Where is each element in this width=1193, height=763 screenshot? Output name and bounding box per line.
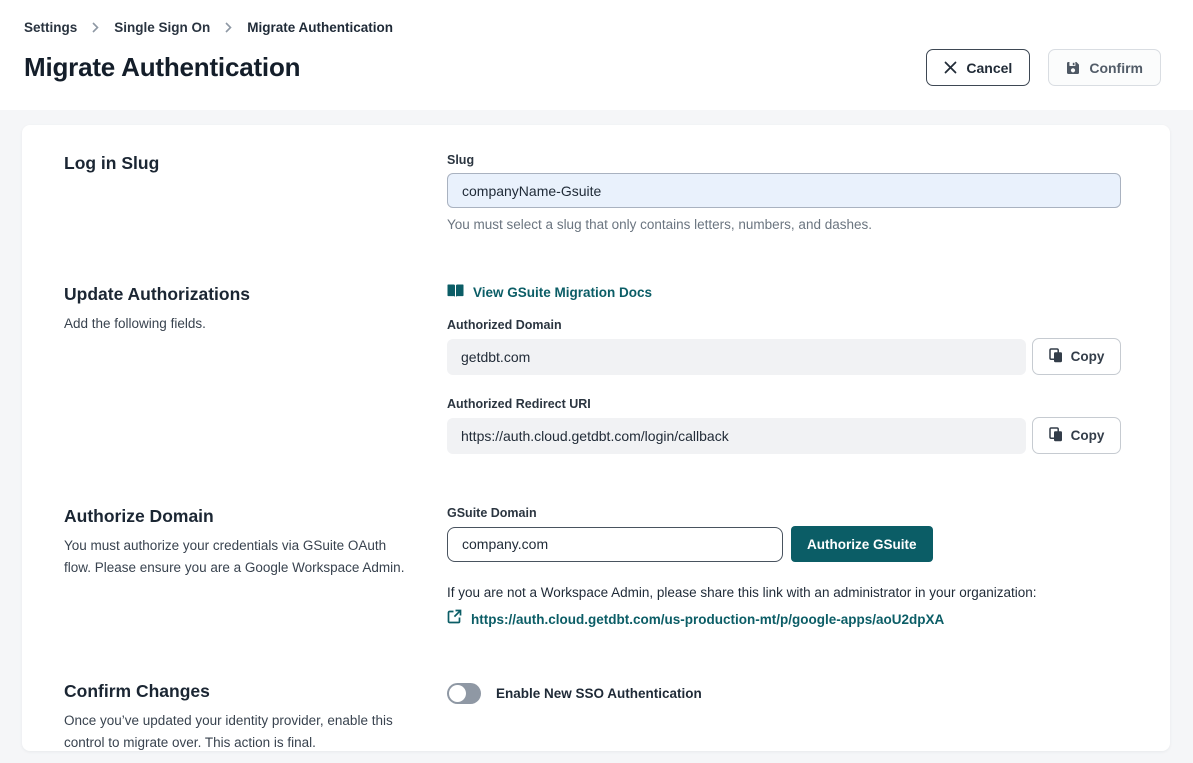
section-desc-update-authorizations: Add the following fields. (64, 313, 409, 335)
slug-helper-text: You must select a slug that only contain… (447, 217, 1121, 232)
breadcrumb-settings[interactable]: Settings (24, 20, 77, 35)
gsuite-domain-label: GSuite Domain (447, 506, 1121, 520)
save-icon (1066, 61, 1080, 75)
copy-redirect-uri-button[interactable]: Copy (1032, 417, 1121, 454)
authorized-domain-label: Authorized Domain (447, 318, 1121, 332)
page-header: Settings Single Sign On Migrate Authenti… (0, 0, 1193, 110)
enable-sso-toggle-label: Enable New SSO Authentication (496, 686, 702, 701)
copy-button-label: Copy (1071, 349, 1105, 364)
section-heading-update-authorizations: Update Authorizations (64, 284, 417, 305)
copy-icon (1049, 348, 1063, 366)
authorized-domain-value: getdbt.com (447, 339, 1026, 375)
page-title: Migrate Authentication (24, 52, 300, 83)
book-icon (447, 284, 464, 301)
breadcrumb-migrate-authentication: Migrate Authentication (247, 20, 393, 35)
breadcrumb-single-sign-on[interactable]: Single Sign On (114, 20, 210, 35)
settings-card: Log in Slug Slug You must select a slug … (22, 125, 1170, 751)
header-actions: Cancel Confirm (926, 49, 1161, 86)
authorized-redirect-uri-value: https://auth.cloud.getdbt.com/login/call… (447, 418, 1026, 454)
breadcrumb: Settings Single Sign On Migrate Authenti… (24, 20, 1161, 35)
copy-authorized-domain-button[interactable]: Copy (1032, 338, 1121, 375)
admin-share-link[interactable]: https://auth.cloud.getdbt.com/us-product… (471, 612, 944, 627)
gsuite-migration-docs-link-label: View GSuite Migration Docs (473, 285, 652, 300)
cancel-button-label: Cancel (966, 60, 1012, 76)
copy-button-label: Copy (1071, 428, 1105, 443)
confirm-button-label: Confirm (1089, 60, 1143, 76)
section-confirm-changes: Confirm Changes Once you’ve updated your… (64, 681, 1121, 755)
content-area: Log in Slug Slug You must select a slug … (0, 110, 1193, 763)
x-icon (944, 61, 957, 74)
section-desc-authorize-domain: You must authorize your credentials via … (64, 535, 409, 580)
gsuite-migration-docs-link[interactable]: View GSuite Migration Docs (447, 284, 652, 301)
copy-icon (1049, 427, 1063, 445)
slug-field-label: Slug (447, 153, 1121, 167)
cancel-button[interactable]: Cancel (926, 49, 1030, 86)
slug-input[interactable] (447, 173, 1121, 208)
enable-sso-toggle[interactable] (447, 683, 481, 704)
chevron-right-icon (91, 22, 100, 33)
chevron-right-icon (224, 22, 233, 33)
section-authorize-domain: Authorize Domain You must authorize your… (64, 506, 1121, 629)
section-update-authorizations: Update Authorizations Add the following … (64, 284, 1121, 454)
section-login-slug: Log in Slug Slug You must select a slug … (64, 153, 1121, 232)
authorized-redirect-uri-label: Authorized Redirect URI (447, 397, 1121, 411)
section-heading-authorize-domain: Authorize Domain (64, 506, 417, 527)
toggle-knob (449, 685, 466, 702)
authorized-domain-group: Authorized Domain getdbt.com Copy (447, 318, 1121, 375)
section-desc-confirm-changes: Once you’ve updated your identity provid… (64, 710, 409, 755)
gsuite-domain-input[interactable] (447, 527, 783, 562)
section-heading-login-slug: Log in Slug (64, 153, 417, 174)
workspace-admin-note: If you are not a Workspace Admin, please… (447, 585, 1121, 600)
authorized-redirect-uri-group: Authorized Redirect URI https://auth.clo… (447, 397, 1121, 454)
section-heading-confirm-changes: Confirm Changes (64, 681, 417, 702)
confirm-button[interactable]: Confirm (1048, 49, 1161, 86)
external-link-icon (447, 609, 462, 629)
authorize-gsuite-button[interactable]: Authorize GSuite (791, 526, 933, 562)
